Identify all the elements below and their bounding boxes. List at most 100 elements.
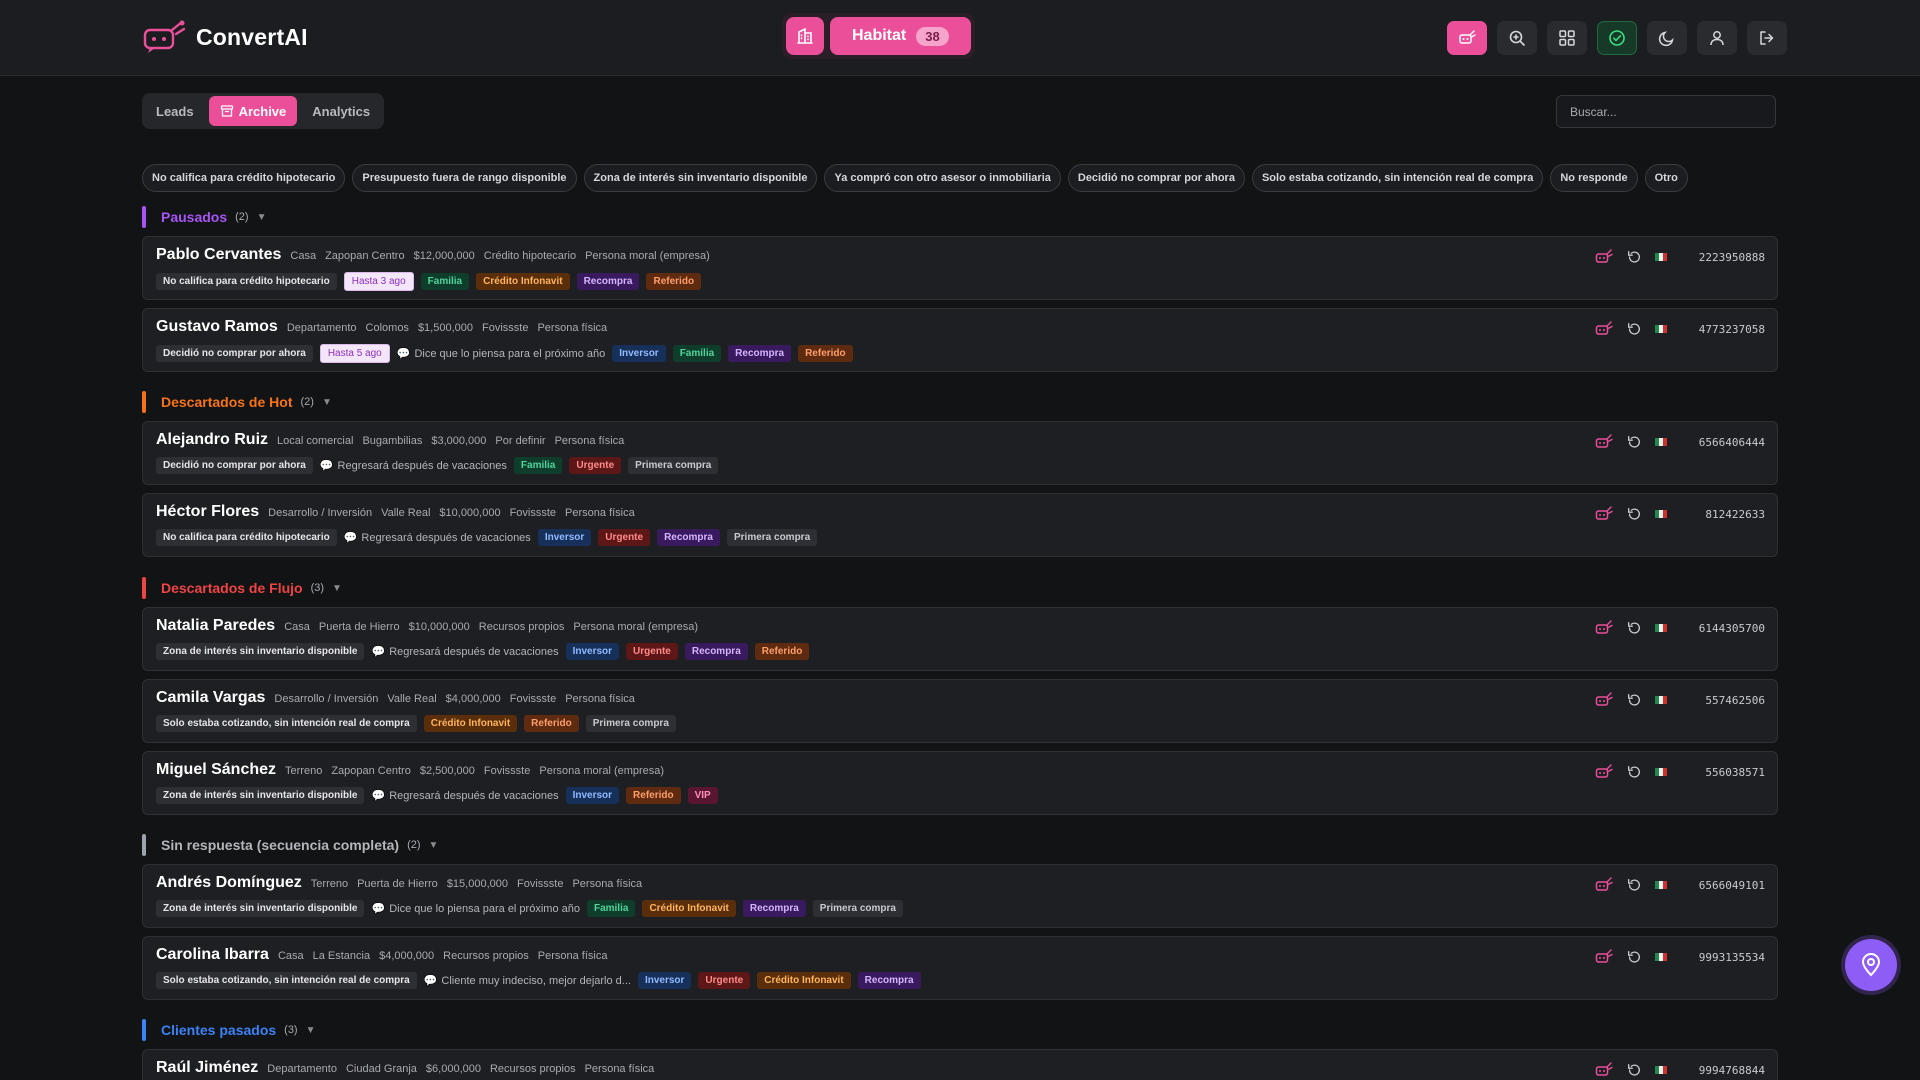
restore-icon[interactable]	[1625, 505, 1643, 523]
lead-name: Natalia Paredes	[156, 617, 276, 634]
lead-card[interactable]: Héctor Flores Desarrollo / Inversión Valle…	[142, 493, 1778, 557]
logout-button[interactable]	[1747, 21, 1787, 55]
mexico-flag-icon	[1655, 510, 1667, 518]
mexico-flag-icon	[1655, 253, 1667, 261]
lead-meta: Terreno	[285, 765, 323, 777]
filter-chip[interactable]: Ya compró con otro asesor o inmobiliaria	[824, 164, 1061, 192]
tab-leads[interactable]: Leads	[145, 96, 205, 126]
workspace-button[interactable]: Habitat 38	[830, 17, 971, 55]
tab-leads-label: Leads	[156, 103, 194, 119]
lead-card[interactable]: Carolina Ibarra Casa La Estancia $4,000,000…	[142, 936, 1778, 1000]
section-header[interactable]: Pausados (2) ▼	[142, 206, 267, 228]
restore-icon[interactable]	[1625, 948, 1643, 966]
chevron-down-icon[interactable]: ▼	[332, 583, 342, 594]
lead-tag: Recompra	[728, 345, 792, 362]
lead-name: Camila Vargas	[156, 689, 266, 706]
lead-note-text: Dice que lo piensa para el próximo año	[389, 902, 580, 915]
app-logo[interactable]: ConvertAI	[142, 20, 308, 54]
lead-meta: Persona física	[537, 950, 608, 962]
section-header[interactable]: Clientes pasados (3) ▼	[142, 1019, 316, 1041]
profile-button[interactable]	[1697, 21, 1737, 55]
filter-chip[interactable]: No responde	[1550, 164, 1638, 192]
view-tabs: Leads Archive Analytics	[142, 93, 385, 129]
lead-meta: Persona física	[584, 1063, 655, 1075]
lead-card[interactable]: Andrés Domínguez Terreno Puerta de Hierro $…	[142, 864, 1778, 928]
restore-icon[interactable]	[1625, 433, 1643, 451]
lead-name: Miguel Sánchez	[156, 761, 277, 778]
section-count: (3)	[310, 582, 325, 594]
lead-phone: 812422633	[1705, 507, 1765, 521]
lead-name: Carolina Ibarra	[156, 946, 269, 963]
archive-icon	[220, 105, 233, 117]
lead-card[interactable]: Camila Vargas Desarrollo / Inversión Valle…	[142, 679, 1778, 743]
mexico-flag-icon	[1655, 953, 1667, 961]
section-header[interactable]: Descartados de Flujo (3) ▼	[142, 577, 342, 599]
bot-icon[interactable]	[1595, 433, 1613, 451]
bot-button[interactable]	[1447, 21, 1487, 55]
restore-icon[interactable]	[1625, 248, 1643, 266]
mexico-flag-icon	[1655, 325, 1667, 333]
restore-icon[interactable]	[1625, 763, 1643, 781]
mexico-flag-icon	[1655, 768, 1667, 776]
filter-chip[interactable]: Presupuesto fuera de rango disponible	[352, 164, 577, 192]
lead-meta: Por definir	[495, 435, 546, 447]
section-header[interactable]: Sin respuesta (secuencia completa) (2) ▼	[142, 834, 438, 856]
lead-card[interactable]: Pablo Cervantes Casa Zapopan Centro $12,000…	[142, 236, 1778, 300]
filter-chip[interactable]: Solo estaba cotizando, sin intención rea…	[1251, 164, 1544, 192]
tab-archive[interactable]: Archive	[208, 96, 298, 126]
bot-icon[interactable]	[1595, 763, 1613, 781]
restore-icon[interactable]	[1625, 320, 1643, 338]
bot-icon[interactable]	[1595, 619, 1613, 637]
lead-actions: 6144305700	[1595, 619, 1765, 637]
lead-card[interactable]: Gustavo Ramos Departamento Colomos $1,500,0…	[142, 308, 1778, 372]
bot-icon[interactable]	[1595, 505, 1613, 523]
filter-chip[interactable]: Otro	[1644, 164, 1688, 192]
bot-icon[interactable]	[1595, 691, 1613, 709]
lead-note-text: Regresará después de vacaciones	[337, 459, 507, 472]
status-button[interactable]	[1597, 21, 1637, 55]
lead-meta: $4,000,000	[445, 693, 501, 705]
zoom-button[interactable]	[1497, 21, 1537, 55]
filter-chip[interactable]: Zona de interés sin inventario disponibl…	[583, 164, 818, 192]
filter-chip[interactable]: Decidió no comprar por ahora	[1067, 164, 1245, 192]
bot-icon[interactable]	[1595, 1061, 1613, 1079]
building-button[interactable]	[786, 17, 824, 55]
bot-icon[interactable]	[1595, 248, 1613, 266]
lead-card[interactable]: Raúl Jiménez Departamento Ciudad Granja $6,…	[142, 1049, 1778, 1080]
chevron-down-icon[interactable]: ▼	[257, 212, 267, 223]
theme-toggle[interactable]	[1647, 21, 1687, 55]
bot-icon[interactable]	[1595, 320, 1613, 338]
bot-icon[interactable]	[1595, 948, 1613, 966]
lead-card[interactable]: Natalia Paredes Casa Puerta de Hierro $10,0…	[142, 607, 1778, 671]
filter-chip[interactable]: No califica para crédito hipotecario	[142, 164, 346, 192]
search-input[interactable]	[1556, 95, 1776, 128]
lead-tag: Referido	[524, 715, 579, 732]
section-accent-bar	[142, 577, 146, 599]
lead-card[interactable]: Alejandro Ruiz Local comercial Bugambilias…	[142, 421, 1778, 485]
tab-analytics[interactable]: Analytics	[301, 96, 381, 126]
section-header[interactable]: Descartados de Hot (2) ▼	[142, 391, 332, 413]
bot-icon[interactable]	[1595, 876, 1613, 894]
restore-icon[interactable]	[1625, 876, 1643, 894]
restore-icon[interactable]	[1625, 619, 1643, 637]
restore-icon[interactable]	[1625, 1061, 1643, 1079]
lead-meta: $10,000,000	[408, 621, 470, 633]
logout-icon	[1760, 31, 1774, 45]
lead-note: 💬 Dice que lo piensa para el próximo año	[397, 347, 605, 361]
chevron-down-icon[interactable]: ▼	[322, 397, 332, 408]
lead-summary: Gustavo Ramos Departamento Colomos $1,500,0…	[156, 318, 607, 336]
grid-button[interactable]	[1547, 21, 1587, 55]
lead-tag: Recompra	[657, 529, 720, 546]
assistant-fab[interactable]	[1845, 939, 1897, 991]
restore-icon[interactable]	[1625, 691, 1643, 709]
lead-meta: Fovissste	[509, 507, 557, 519]
chevron-down-icon[interactable]: ▼	[429, 840, 439, 851]
lead-name: Alejandro Ruiz	[156, 431, 269, 448]
location-pin-icon	[1861, 953, 1881, 977]
lead-meta: Desarrollo / Inversión	[268, 507, 373, 519]
lead-meta: Persona física	[554, 435, 625, 447]
reason-tag: Solo estaba cotizando, sin intención rea…	[156, 715, 417, 732]
lead-summary: Raúl Jiménez Departamento Ciudad Granja $6,…	[156, 1059, 654, 1077]
lead-card[interactable]: Miguel Sánchez Terreno Zapopan Centro $2,50…	[142, 751, 1778, 815]
chevron-down-icon[interactable]: ▼	[306, 1025, 316, 1036]
